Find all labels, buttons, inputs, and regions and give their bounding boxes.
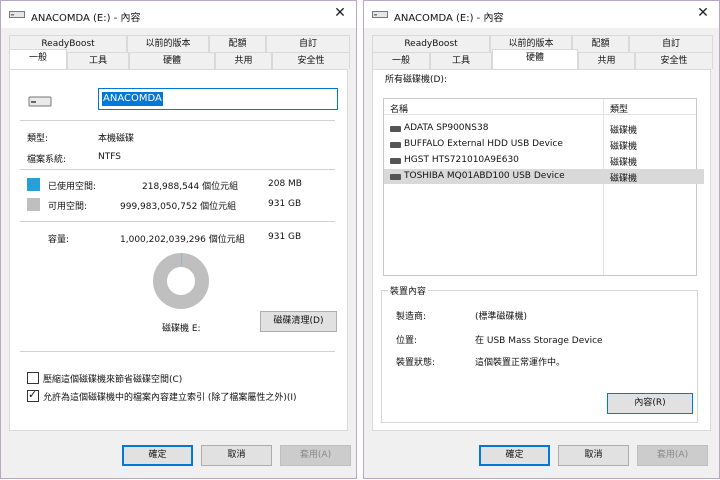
- index-checkbox[interactable]: ✓: [27, 388, 39, 402]
- tab-previous-versions[interactable]: 以前的版本: [127, 35, 209, 52]
- device-type: 磁碟機: [610, 158, 638, 168]
- divider: [20, 169, 335, 170]
- tab-quota[interactable]: 配額: [209, 35, 266, 52]
- properties-button[interactable]: 內容(R): [607, 393, 693, 414]
- device-status-value: 這個裝置正常運作中。: [475, 358, 566, 368]
- tab-sharing[interactable]: 共用: [578, 52, 635, 69]
- capacity-bytes: 1,000,202,039,296 個位元組: [120, 235, 245, 245]
- all-drives-label: 所有磁碟機(D):: [385, 75, 447, 85]
- index-checkbox-label: 允許為這個磁碟機中的檔案內容建立索引 (除了檔案屬性之外)(I): [43, 393, 297, 403]
- list-item[interactable]: HGST HTS721010A9E630 磁碟機: [384, 153, 704, 168]
- drives-list[interactable]: 名稱 類型 ADATA SP900NS38 磁碟機 BUFFALO Extern…: [383, 98, 704, 276]
- used-space-size: 208 MB: [268, 179, 302, 189]
- close-button[interactable]: ✕: [332, 4, 348, 22]
- title-bar: ANACOMDA (E:) - 內容 ✕: [364, 1, 719, 28]
- list-item-selected[interactable]: TOSHIBA MQ01ABD100 USB Device 磁碟機: [384, 169, 704, 184]
- tab-readyboost[interactable]: ReadyBoost: [372, 35, 490, 52]
- location-label: 位置:: [396, 336, 418, 346]
- tab-hardware[interactable]: 硬體: [492, 49, 578, 69]
- title-bar: ANACOMDA (E:) - 內容 ✕: [1, 1, 356, 28]
- device-name: HGST HTS721010A9E630: [404, 155, 519, 165]
- drive-icon: [372, 11, 388, 18]
- checkmark-icon: ✓: [28, 388, 38, 401]
- divider: [20, 120, 335, 121]
- filesystem-value: NTFS: [98, 152, 121, 162]
- device-name: ADATA SP900NS38: [404, 123, 489, 133]
- hard-drive-icon: [390, 126, 401, 132]
- free-space-bytes: 999,983,050,752 個位元組: [120, 202, 237, 212]
- tab-tools[interactable]: 工具: [430, 52, 492, 69]
- apply-button[interactable]: 套用(A): [280, 445, 351, 466]
- properties-window-hardware: ANACOMDA (E:) - 內容 ✕ ReadyBoost 以前的版本 配額…: [363, 0, 720, 479]
- capacity-size: 931 GB: [268, 232, 302, 242]
- used-space-label: 已使用空間:: [48, 182, 97, 192]
- device-name: BUFFALO External HDD USB Device: [404, 139, 563, 149]
- tab-security[interactable]: 安全性: [635, 52, 713, 69]
- ok-button[interactable]: 確定: [122, 445, 193, 466]
- used-space-bytes: 218,988,544 個位元組: [142, 182, 239, 192]
- free-space-label: 可用空間:: [48, 202, 88, 212]
- device-status-label: 裝置狀態:: [396, 358, 436, 368]
- ok-button[interactable]: 確定: [479, 445, 550, 466]
- hard-drive-icon: [390, 142, 401, 148]
- used-space-swatch: [27, 178, 40, 191]
- apply-button[interactable]: 套用(A): [637, 445, 708, 466]
- drive-name-input[interactable]: ANACOMDA: [98, 88, 338, 110]
- device-type: 磁碟機: [610, 174, 638, 184]
- dialog-buttons: 確定 取消 套用(A): [364, 433, 719, 480]
- drive-name-value: ANACOMDA: [102, 92, 163, 106]
- compress-checkbox-label: 壓縮這個磁碟機來節省磁碟空間(C): [43, 375, 183, 385]
- window-title: ANACOMDA (E:) - 內容: [31, 13, 141, 24]
- cancel-button[interactable]: 取消: [558, 445, 629, 466]
- close-button[interactable]: ✕: [695, 4, 711, 22]
- device-type: 磁碟機: [610, 142, 638, 152]
- tab-sharing[interactable]: 共用: [215, 52, 272, 69]
- window-title: ANACOMDA (E:) - 內容: [394, 13, 504, 24]
- tab-tools[interactable]: 工具: [67, 52, 129, 69]
- divider: [20, 351, 335, 352]
- disk-cleanup-button[interactable]: 磁碟清理(D): [260, 311, 337, 332]
- properties-window-general: ANACOMDA (E:) - 內容 ✕ ReadyBoost 以前的版本 配額…: [0, 0, 357, 479]
- tab-general[interactable]: 一般: [9, 49, 67, 69]
- hardware-panel: 所有磁碟機(D): 名稱 類型 ADATA SP900NS38 磁碟機 BUFF…: [372, 69, 711, 431]
- location-value: 在 USB Mass Storage Device: [475, 336, 603, 346]
- tab-strip: ReadyBoost 以前的版本 配額 自訂 一般 工具 硬體 共用 安全性: [9, 35, 350, 69]
- tab-customize[interactable]: 自訂: [629, 35, 713, 52]
- device-type: 磁碟機: [610, 126, 638, 136]
- general-panel: ANACOMDA 類型: 本機磁碟 檔案系統: NTFS 已使用空間: 218,…: [9, 69, 348, 431]
- compress-checkbox[interactable]: [27, 372, 39, 384]
- device-name: TOSHIBA MQ01ABD100 USB Device: [404, 171, 565, 181]
- device-properties-group: 裝置內容 製造商: (標準磁碟機) 位置: 在 USB Mass Storage…: [381, 284, 698, 423]
- usage-donut-chart: [153, 253, 209, 309]
- manufacturer-label: 製造商:: [396, 312, 427, 322]
- type-value: 本機磁碟: [98, 134, 135, 144]
- tab-customize[interactable]: 自訂: [266, 35, 350, 52]
- manufacturer-value: (標準磁碟機): [475, 312, 528, 322]
- drive-large-icon: [28, 96, 52, 107]
- column-header-name[interactable]: 名稱: [390, 102, 408, 115]
- free-space-size: 931 GB: [268, 199, 302, 209]
- list-header: 名稱 類型: [384, 99, 696, 115]
- drive-icon: [9, 11, 25, 18]
- group-title: 裝置內容: [388, 284, 429, 297]
- column-header-type[interactable]: 類型: [610, 102, 628, 115]
- tab-quota[interactable]: 配額: [572, 35, 629, 52]
- type-label: 類型:: [27, 134, 49, 144]
- tab-general[interactable]: 一般: [372, 52, 430, 69]
- list-item[interactable]: BUFFALO External HDD USB Device 磁碟機: [384, 137, 704, 152]
- hard-drive-icon: [390, 174, 401, 180]
- capacity-label: 容量:: [48, 235, 70, 245]
- hard-drive-icon: [390, 158, 401, 164]
- filesystem-label: 檔案系統:: [27, 155, 67, 165]
- tab-strip: ReadyBoost 以前的版本 配額 自訂 一般 工具 硬體 共用 安全性: [372, 35, 713, 69]
- divider: [20, 221, 335, 222]
- dialog-buttons: 確定 取消 套用(A): [1, 433, 356, 480]
- cancel-button[interactable]: 取消: [201, 445, 272, 466]
- list-item[interactable]: ADATA SP900NS38 磁碟機: [384, 121, 704, 136]
- tab-security[interactable]: 安全性: [272, 52, 350, 69]
- tab-hardware[interactable]: 硬體: [129, 52, 215, 69]
- disk-label: 磁碟機 E:: [162, 324, 201, 334]
- free-space-swatch: [27, 198, 40, 211]
